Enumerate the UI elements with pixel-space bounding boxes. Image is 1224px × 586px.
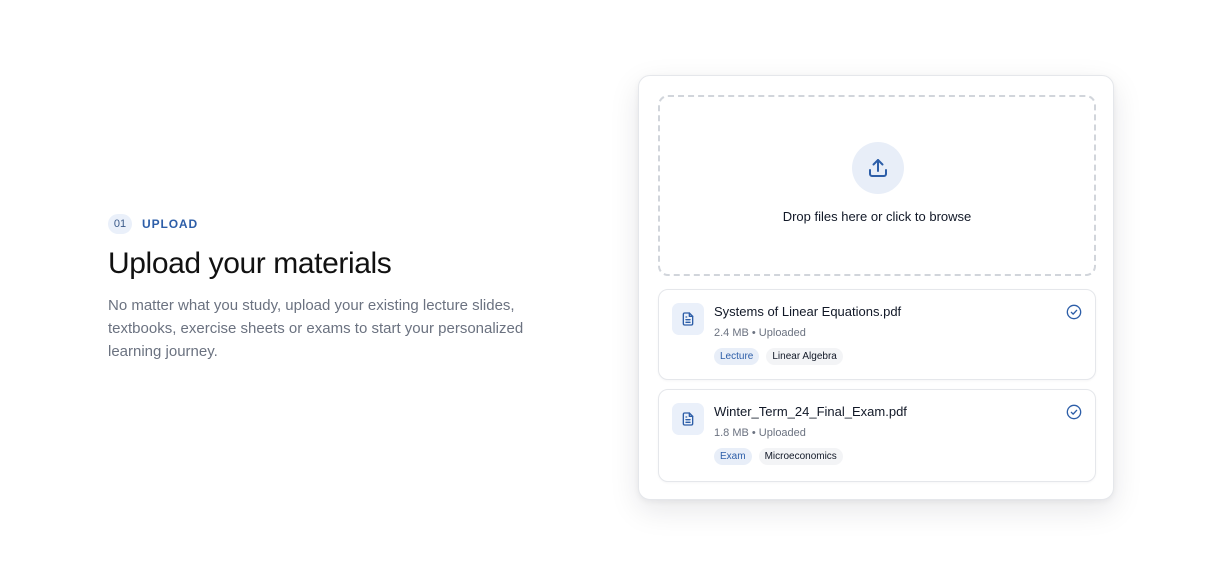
step-label: UPLOAD xyxy=(142,217,199,231)
tag-type: Lecture xyxy=(714,348,760,365)
file-tags: Lecture Linear Algebra xyxy=(714,348,843,365)
dropzone-text: Drop files here or click to browse xyxy=(782,209,972,224)
file-dropzone[interactable]: Drop files here or click to browse xyxy=(658,95,1096,276)
section-description: No matter what you study, upload your ex… xyxy=(108,297,524,360)
page: 01 UPLOAD Upload your materials No matte… xyxy=(0,0,1224,586)
tag-type: Exam xyxy=(714,448,752,465)
file-item[interactable]: Winter_Term_24_Final_Exam.pdf 1.8 MB • U… xyxy=(658,389,1096,482)
check-circle-icon xyxy=(1066,404,1082,420)
upload-card: Drop files here or click to browse Syste… xyxy=(638,75,1114,500)
upload-icon xyxy=(852,142,904,194)
file-tags: Exam Microeconomics xyxy=(714,448,843,465)
step-indicator: 01 UPLOAD xyxy=(108,214,558,234)
file-text-icon xyxy=(672,303,704,335)
file-meta: 1.8 MB • Uploaded xyxy=(714,427,806,439)
tag-subject: Microeconomics xyxy=(758,448,843,465)
tag-subject: Linear Algebra xyxy=(766,348,843,365)
file-text-icon xyxy=(672,403,704,435)
file-name: Systems of Linear Equations.pdf xyxy=(714,304,902,319)
section-title: Upload your materials xyxy=(108,247,392,280)
file-meta: 2.4 MB • Uploaded xyxy=(714,327,806,339)
step-number-badge: 01 xyxy=(108,214,132,234)
intro-section: 01 UPLOAD Upload your materials No matte… xyxy=(108,214,558,363)
file-name: Winter_Term_24_Final_Exam.pdf xyxy=(714,404,907,419)
file-item[interactable]: Systems of Linear Equations.pdf 2.4 MB •… xyxy=(658,289,1096,380)
check-circle-icon xyxy=(1066,304,1082,320)
